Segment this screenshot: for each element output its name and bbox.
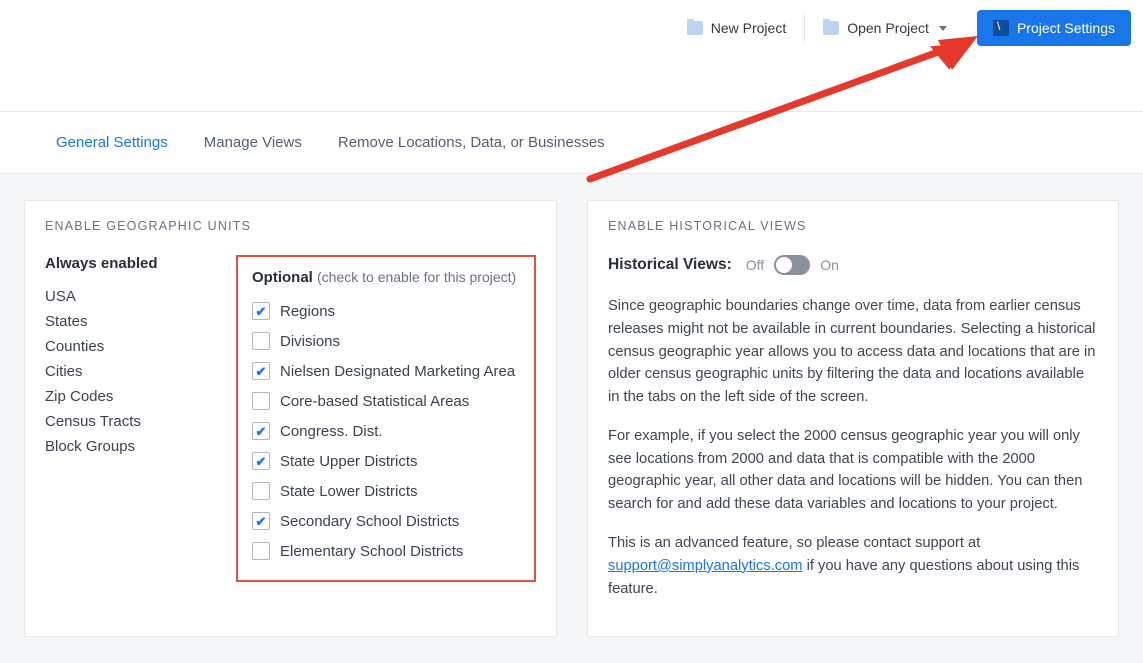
always-enabled-item: Block Groups bbox=[45, 434, 200, 459]
optional-heading: Optional (check to enable for this proje… bbox=[252, 269, 520, 286]
optional-geo-label: Secondary School Districts bbox=[280, 513, 459, 530]
checkbox-icon bbox=[252, 452, 270, 470]
new-project-button[interactable]: New Project bbox=[669, 0, 804, 56]
optional-geo-label: Congress. Dist. bbox=[280, 423, 383, 440]
optional-geo-checkbox[interactable]: Congress. Dist. bbox=[252, 416, 520, 446]
hist-card-title: ENABLE HISTORICAL VIEWS bbox=[608, 219, 1098, 233]
project-settings-button[interactable]: Project Settings bbox=[977, 10, 1131, 46]
always-enabled-item: Census Tracts bbox=[45, 409, 200, 434]
optional-column: Optional (check to enable for this proje… bbox=[236, 255, 536, 582]
tab-general-settings[interactable]: General Settings bbox=[56, 134, 168, 151]
optional-geo-label: Regions bbox=[280, 303, 335, 320]
optional-geo-checkbox[interactable]: Nielsen Designated Marketing Area bbox=[252, 356, 520, 386]
settings-tabs: General Settings Manage Views Remove Loc… bbox=[0, 112, 1143, 174]
open-project-label: Open Project bbox=[847, 20, 929, 36]
content-area: ENABLE GEOGRAPHIC UNITS Always enabled U… bbox=[0, 174, 1143, 663]
optional-geo-checkbox[interactable]: State Lower Districts bbox=[252, 476, 520, 506]
checkbox-icon bbox=[252, 422, 270, 440]
optional-geo-checkbox[interactable]: State Upper Districts bbox=[252, 446, 520, 476]
hist-paragraph-2: For example, if you select the 2000 cens… bbox=[608, 425, 1098, 516]
historical-views-toggle[interactable] bbox=[774, 255, 810, 275]
project-settings-label: Project Settings bbox=[1017, 20, 1115, 36]
checkbox-icon bbox=[252, 512, 270, 530]
optional-hint: (check to enable for this project) bbox=[317, 269, 516, 285]
optional-geo-label: State Lower Districts bbox=[280, 483, 418, 500]
checkbox-icon bbox=[252, 392, 270, 410]
optional-geo-label: Elementary School Districts bbox=[280, 543, 463, 560]
top-toolbar: New Project Open Project Project Setting… bbox=[0, 0, 1143, 56]
always-enabled-list: USAStatesCountiesCitiesZip CodesCensus T… bbox=[45, 284, 200, 459]
header-spacer bbox=[0, 56, 1143, 112]
checkbox-icon bbox=[252, 302, 270, 320]
always-enabled-item: Cities bbox=[45, 359, 200, 384]
checkbox-icon bbox=[252, 362, 270, 380]
settings-icon bbox=[993, 20, 1009, 36]
optional-geo-label: Nielsen Designated Marketing Area bbox=[280, 363, 515, 380]
toggle-off-label: Off bbox=[746, 257, 764, 273]
optional-geo-label: Core-based Statistical Areas bbox=[280, 393, 469, 410]
optional-geo-checkbox[interactable]: Secondary School Districts bbox=[252, 506, 520, 536]
optional-geo-checkbox[interactable]: Divisions bbox=[252, 326, 520, 356]
always-enabled-item: Counties bbox=[45, 334, 200, 359]
optional-label: Optional bbox=[252, 269, 313, 286]
always-enabled-item: Zip Codes bbox=[45, 384, 200, 409]
folder-icon bbox=[823, 21, 839, 35]
geo-card-title: ENABLE GEOGRAPHIC UNITS bbox=[45, 219, 536, 233]
toggle-on-label: On bbox=[820, 257, 839, 273]
optional-geo-label: State Upper Districts bbox=[280, 453, 418, 470]
checkbox-icon bbox=[252, 542, 270, 560]
optional-geo-label: Divisions bbox=[280, 333, 340, 350]
checkbox-icon bbox=[252, 482, 270, 500]
optional-geo-checkbox[interactable]: Core-based Statistical Areas bbox=[252, 386, 520, 416]
support-email-link[interactable]: support@simplyanalytics.com bbox=[608, 558, 803, 574]
folder-icon bbox=[687, 21, 703, 35]
new-project-label: New Project bbox=[711, 20, 786, 36]
geographic-units-card: ENABLE GEOGRAPHIC UNITS Always enabled U… bbox=[24, 200, 557, 637]
hist-paragraph-3: This is an advanced feature, so please c… bbox=[608, 532, 1098, 600]
always-enabled-item: USA bbox=[45, 284, 200, 309]
optional-geo-checkbox[interactable]: Elementary School Districts bbox=[252, 536, 520, 566]
checkbox-icon bbox=[252, 332, 270, 350]
historical-views-card: ENABLE HISTORICAL VIEWS Historical Views… bbox=[587, 200, 1119, 637]
open-project-dropdown[interactable]: Open Project bbox=[805, 0, 965, 56]
tab-remove-locations[interactable]: Remove Locations, Data, or Businesses bbox=[338, 134, 605, 151]
always-enabled-item: States bbox=[45, 309, 200, 334]
optional-list: Regions Divisions Nielsen Designated Marke… bbox=[252, 296, 520, 566]
always-enabled-heading: Always enabled bbox=[45, 255, 200, 272]
always-enabled-column: Always enabled USAStatesCountiesCitiesZi… bbox=[45, 255, 200, 582]
historical-views-label: Historical Views: bbox=[608, 256, 732, 274]
optional-geo-checkbox[interactable]: Regions bbox=[252, 296, 520, 326]
hist-p3-lead: This is an advanced feature, so please c… bbox=[608, 535, 980, 551]
historical-views-row: Historical Views: Off On bbox=[608, 255, 1098, 275]
hist-paragraph-1: Since geographic boundaries change over … bbox=[608, 295, 1098, 409]
chevron-down-icon bbox=[939, 26, 947, 31]
tab-manage-views[interactable]: Manage Views bbox=[204, 134, 302, 151]
